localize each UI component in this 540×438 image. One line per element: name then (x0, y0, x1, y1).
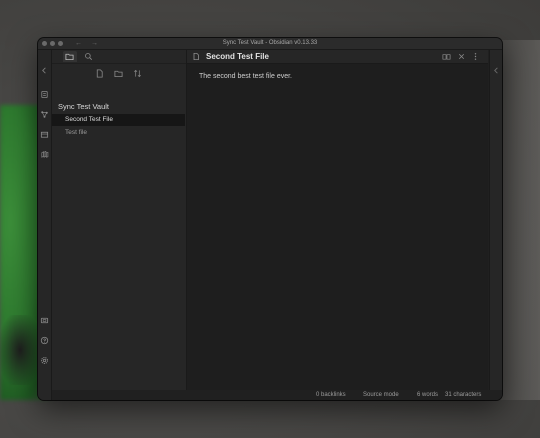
sidebar-tabs (52, 50, 186, 64)
word-count: 6 words (417, 392, 439, 398)
obsidian-window: ← → Sync Test Vault - Obsidian v0.13.33 (38, 38, 502, 400)
open-quick-switcher-icon[interactable] (40, 90, 49, 99)
daily-notes-icon[interactable] (40, 150, 49, 159)
file-explorer-panel: Sync Test Vault Second Test File Test fi… (52, 50, 187, 390)
window-title: Sync Test Vault - Obsidian v0.13.33 (222, 40, 318, 46)
list-item[interactable]: Second Test File (52, 114, 185, 126)
help-icon[interactable] (40, 336, 49, 345)
new-note-icon[interactable] (95, 69, 104, 78)
right-ribbon (489, 50, 502, 390)
editor-pane: Second Test File The second best test fi… (187, 50, 488, 390)
open-vault-icon[interactable] (40, 316, 49, 325)
editor-mode[interactable]: Source mode (363, 390, 399, 400)
collapse-right-icon[interactable] (492, 66, 501, 75)
open-canvas-icon[interactable] (40, 130, 49, 139)
editor-header: Second Test File (187, 50, 488, 64)
tab-file-explorer[interactable] (63, 51, 77, 62)
reading-view-icon[interactable] (442, 52, 451, 61)
backlinks-count[interactable]: 0 backlinks (316, 390, 346, 400)
status-bar: 0 backlinks Source mode 6 words 31 chara… (187, 390, 502, 400)
character-count: 31 characters (445, 392, 482, 398)
background-dark-blur (0, 315, 40, 385)
left-ribbon (38, 50, 52, 400)
editor-content[interactable]: The second best test file ever. (199, 73, 292, 80)
collapse-left-icon[interactable] (40, 66, 49, 75)
search-icon (85, 53, 93, 61)
new-folder-icon[interactable] (114, 69, 123, 78)
page-title[interactable]: Second Test File (206, 50, 269, 63)
graph-view-icon[interactable] (40, 110, 49, 119)
settings-icon[interactable] (40, 356, 49, 365)
list-item[interactable]: Test file (52, 127, 185, 139)
close-icon[interactable] (457, 52, 466, 61)
more-options-icon[interactable] (471, 52, 480, 61)
sort-icon[interactable] (133, 69, 142, 78)
document-icon (192, 52, 200, 61)
titlebar: ← → Sync Test Vault - Obsidian v0.13.33 (38, 38, 502, 50)
vault-name[interactable]: Sync Test Vault (58, 102, 109, 111)
folder-icon (65, 53, 74, 61)
tab-search[interactable] (82, 51, 96, 62)
